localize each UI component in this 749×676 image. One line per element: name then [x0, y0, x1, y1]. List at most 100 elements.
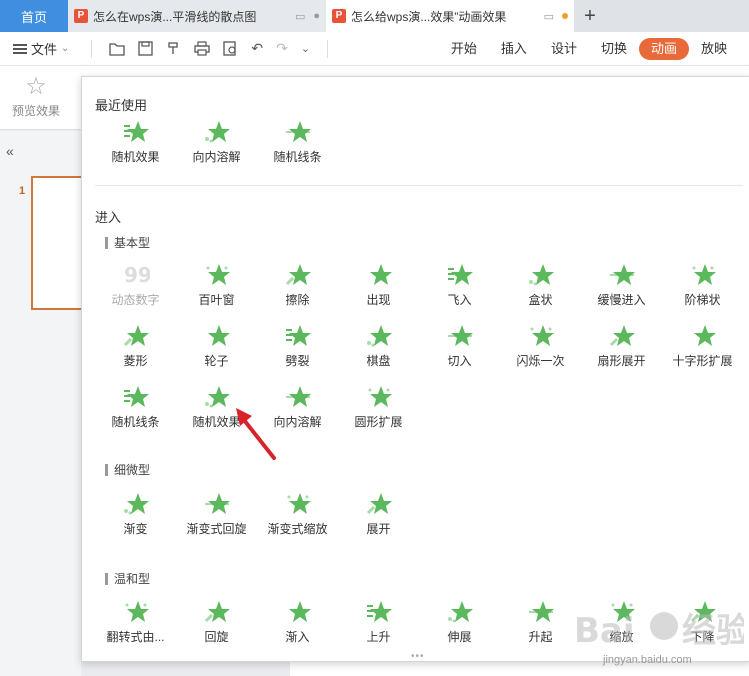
moderate-subsection-label: 温和型 — [114, 572, 151, 586]
svg-text:99: 99 — [124, 263, 150, 287]
print-icon[interactable] — [194, 41, 211, 56]
green-star-effect-icon — [204, 386, 230, 408]
subtle-effect-item[interactable]: 渐变式缩放 — [257, 491, 338, 545]
green-star-effect-icon — [366, 601, 392, 622]
ribbon-tab-start[interactable]: 开始 — [439, 38, 489, 60]
green-star-effect-icon — [288, 601, 311, 622]
red-arrow-annotation — [236, 408, 276, 460]
redo-icon[interactable]: ↷ — [276, 40, 288, 57]
basic-effect-item[interactable]: 圆形扩展 — [338, 384, 419, 438]
ribbon-tab-slideshow[interactable]: 放映 — [689, 38, 739, 60]
green-star-effect-icon — [285, 264, 311, 286]
recent-effect-item[interactable]: 向内溶解 — [176, 119, 257, 173]
basic-effect-item[interactable]: 阶梯状 — [662, 262, 743, 316]
basic-effect-item[interactable]: 盒状 — [500, 262, 581, 316]
preview-effect-button[interactable]: ☆ 预览效果 — [6, 72, 66, 119]
green-star-effect-icon — [285, 121, 311, 142]
basic-effect-item[interactable]: 十字形扩展 — [662, 323, 743, 377]
customize-toolbar-icon[interactable]: ⌄ — [301, 42, 310, 55]
moderate-effect-item[interactable]: 伸展 — [419, 599, 500, 653]
ribbon-tab-insert[interactable]: 插入 — [489, 38, 539, 60]
effect-label: 渐变式回旋 — [186, 522, 247, 536]
green-star-effect-icon — [368, 386, 392, 407]
basic-effect-item[interactable]: 棋盘 — [338, 323, 419, 377]
moderate-effect-item[interactable]: 渐入 — [257, 599, 338, 653]
basic-subsection-title: 基本型 — [105, 234, 150, 251]
basic-effect-item[interactable]: 轮子 — [176, 323, 257, 377]
close-dot-icon[interactable]: ● — [313, 10, 320, 22]
basic-effect-item[interactable]: 缓慢进入 — [581, 262, 662, 316]
tab-home[interactable]: 首页 — [0, 0, 68, 32]
animation-effects-panel: 最近使用 进入 基本型 细微型 温和型 ••• 随机效果 向内溶解 随机线条 99 动态… — [81, 76, 749, 662]
ribbon-tab-design[interactable]: 设计 — [539, 38, 589, 60]
tab-doc-1-label: 怎么在wps演...平滑线的散点图 — [93, 9, 257, 24]
slide-thumbnail[interactable] — [31, 176, 81, 310]
effect-label: 上升 — [366, 630, 391, 644]
new-tab-button[interactable]: + — [574, 0, 606, 32]
basic-effect-item[interactable]: 扇形展开 — [581, 323, 662, 377]
ppt-file-icon: P — [332, 9, 346, 23]
basic-subsection-label: 基本型 — [114, 236, 151, 250]
green-star-effect-icon — [207, 325, 230, 346]
effect-label: 擦除 — [285, 293, 310, 307]
slide-number: 1 — [19, 185, 26, 197]
save-icon[interactable] — [138, 41, 154, 56]
ribbon-tab-transition[interactable]: 切换 — [589, 38, 639, 60]
basic-effect-item[interactable]: 劈裂 — [257, 323, 338, 377]
tab-doc-1[interactable]: P 怎么在wps演...平滑线的散点图 ▭ ● — [68, 0, 326, 32]
collapse-panel-icon[interactable]: « — [6, 143, 14, 159]
watermark-url: jingyan.baidu.com — [603, 654, 692, 666]
effect-label: 展开 — [366, 522, 391, 536]
effect-label: 盒状 — [528, 293, 553, 307]
effect-label: 渐变式缩放 — [267, 522, 328, 536]
moderate-effect-item[interactable]: 回旋 — [176, 599, 257, 653]
subtle-effect-item[interactable]: 展开 — [338, 491, 419, 545]
subtle-subsection-label: 细微型 — [114, 463, 151, 477]
green-star-effect-icon — [609, 264, 635, 285]
basic-effect-item[interactable]: 出现 — [338, 262, 419, 316]
basic-effect-item[interactable]: 百叶窗 — [176, 262, 257, 316]
effect-label: 渐变 — [123, 522, 148, 536]
print-preview-icon[interactable] — [223, 41, 238, 56]
basic-effect-item[interactable]: 闪烁一次 — [500, 323, 581, 377]
basic-effect-item[interactable]: 擦除 — [257, 262, 338, 316]
ribbon-tab-animation[interactable]: 动画 — [638, 37, 689, 60]
recent-effect-item[interactable]: 随机效果 — [95, 119, 176, 173]
basic-effect-item[interactable]: 随机线条 — [95, 384, 176, 438]
green-star-effect-icon — [206, 264, 230, 285]
basic-effect-item[interactable]: 菱形 — [95, 323, 176, 377]
recent-section-title: 最近使用 — [95, 98, 148, 113]
file-menu-button[interactable]: 文件 ⌄ — [0, 39, 69, 58]
ppt-file-icon: P — [74, 9, 88, 23]
svg-text:Bai: Bai — [574, 611, 635, 651]
green-star-effect-icon — [204, 121, 230, 143]
moderate-effect-item[interactable]: 升起 — [500, 599, 581, 653]
recent-effect-item[interactable]: 随机线条 — [257, 119, 338, 173]
ribbon-tabs: 开始 插入 设计 切换 动画 放映 — [439, 37, 749, 60]
effect-label: 劈裂 — [285, 354, 310, 368]
open-folder-icon[interactable] — [109, 42, 126, 56]
tab-doc-2[interactable]: P 怎么给wps演...效果”动画效果 ▭ — [326, 0, 574, 32]
green-star-effect-icon — [528, 601, 554, 622]
undo-icon[interactable]: ↶ — [251, 40, 263, 57]
effect-label: 菱形 — [123, 354, 148, 368]
monitor-icon[interactable]: ▭ — [295, 10, 305, 23]
unsaved-dot-icon[interactable] — [562, 13, 568, 19]
subtle-effect-item[interactable]: 渐变式回旋 — [176, 491, 257, 545]
subtle-effect-item[interactable]: 渐变 — [95, 491, 176, 545]
enter-section-title: 进入 — [95, 210, 122, 225]
monitor-icon[interactable]: ▭ — [544, 10, 554, 23]
format-painter-icon[interactable] — [166, 41, 181, 56]
moderate-effect-item[interactable]: 上升 — [338, 599, 419, 653]
animated-number-icon: 99 — [124, 263, 150, 287]
basic-effect-item[interactable]: 飞入 — [419, 262, 500, 316]
effect-label: 扇形展开 — [597, 354, 646, 368]
green-star-effect-icon — [204, 601, 230, 623]
basic-effect-item[interactable]: 99 动态数字 — [95, 262, 176, 316]
star-outline-icon: ☆ — [25, 73, 47, 100]
moderate-effect-item[interactable]: 翻转式由... — [95, 599, 176, 653]
svg-text:经验: 经验 — [682, 611, 744, 651]
effect-label: 随机线条 — [273, 150, 322, 164]
basic-effect-item[interactable]: 切入 — [419, 323, 500, 377]
green-star-effect-icon — [609, 325, 635, 347]
